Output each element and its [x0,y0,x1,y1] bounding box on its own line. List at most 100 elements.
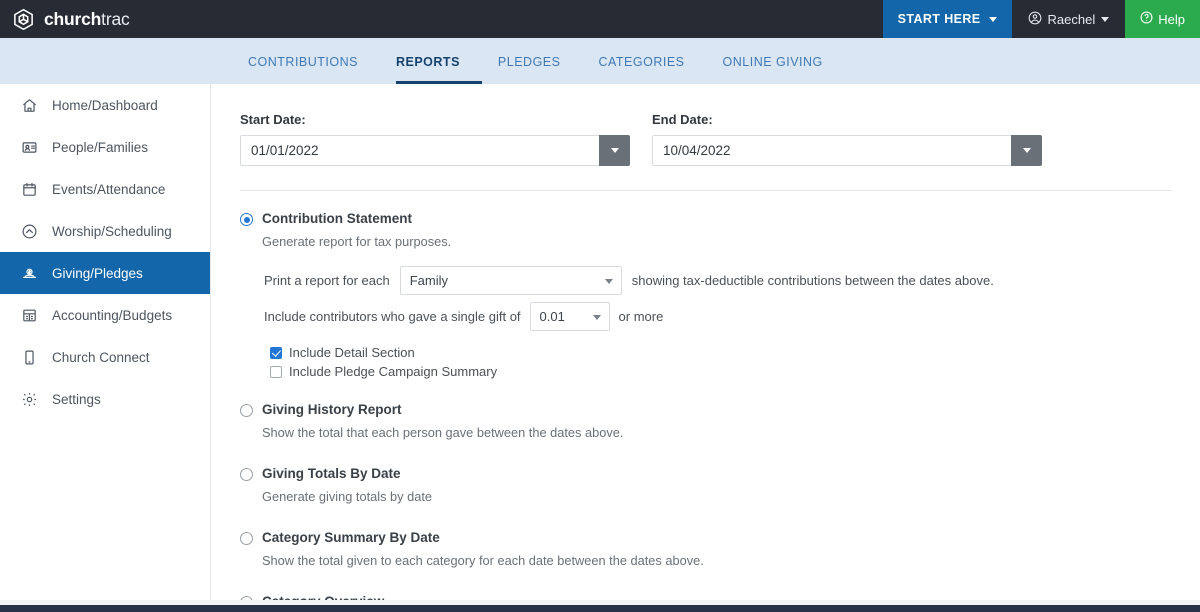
page-footer-bar [0,605,1200,612]
sidebar-item-accounting-budgets[interactable]: Accounting/Budgets [0,294,210,336]
user-name-label: Raechel [1048,12,1096,27]
radio-category-summary-by-date[interactable] [240,532,253,545]
report-option-title: Giving History Report [262,401,1200,419]
sidebar-item-giving-pledges[interactable]: Giving/Pledges [0,252,210,294]
start-here-button[interactable]: START HERE [883,0,1012,38]
date-range-row: Start Date: End Date: [240,112,1200,166]
report-option-title: Giving Totals By Date [262,465,1200,483]
report-group-select[interactable]: Family [400,266,622,295]
end-date-calendar-dropdown-button[interactable] [1011,135,1042,166]
top-header-bar: churchtrac START HERE Raechel Help [0,0,1200,38]
checkbox-row-include-pledge-campaign-summary[interactable]: Include Pledge Campaign Summary [270,364,1200,379]
sidebar-item-settings[interactable]: Settings [0,378,210,420]
sidebar-item-church-connect[interactable]: Church Connect [0,336,210,378]
end-date-label: End Date: [652,112,1042,127]
caret-down-icon [611,148,619,153]
checkbox-include-detail-section[interactable] [270,347,282,359]
mobile-phone-icon [20,348,39,367]
end-date-input[interactable] [652,135,1011,166]
sidebar-label: Giving/Pledges [52,266,143,281]
start-here-label: START HERE [898,12,981,26]
checkbox-include-pledge-campaign-summary[interactable] [270,366,282,378]
sidebar-label: Settings [52,392,101,407]
brand-title-bold: church [44,9,101,29]
calendar-icon [20,180,39,199]
report-option-title: Contribution Statement [262,210,1200,228]
help-button[interactable]: Help [1125,0,1200,38]
report-option-description: Generate report for tax purposes. [262,233,1200,250]
report-option-category-summary-by-date[interactable]: Category Summary By Date Show the total … [240,529,1200,569]
print-report-row: Print a report for each Family showing t… [264,266,1200,295]
sidebar-item-people-families[interactable]: People/Families [0,126,210,168]
report-option-giving-history-report[interactable]: Giving History Report Show the total tha… [240,401,1200,441]
money-hand-icon [20,264,39,283]
sidebar-label: Home/Dashboard [52,98,158,113]
report-group-selected-value: Family [410,273,448,288]
brand-title: churchtrac [44,9,130,30]
sidebar-item-events-attendance[interactable]: Events/Attendance [0,168,210,210]
report-option-title: Category Summary By Date [262,529,1200,547]
gift-threshold-selected-value: 0.01 [540,309,565,324]
checkbox-label: Include Pledge Campaign Summary [289,364,497,379]
nav-tabs: CONTRIBUTIONS REPORTS PLEDGES CATEGORIES… [248,38,861,84]
section-divider [240,190,1172,191]
report-option-description: Show the total that each person gave bet… [262,424,1200,441]
report-option-description: Show the total given to each category fo… [262,552,1200,569]
checkbox-label: Include Detail Section [289,345,415,360]
main-content: Start Date: End Date: [212,84,1200,612]
radio-contribution-statement[interactable] [240,213,253,226]
tab-reports[interactable]: REPORTS [396,38,482,84]
sidebar-label: People/Families [52,140,148,155]
radio-giving-history-report[interactable] [240,404,253,417]
user-circle-icon [1028,11,1042,28]
sidebar-label: Worship/Scheduling [52,224,172,239]
report-option-giving-totals-by-date[interactable]: Giving Totals By Date Generate giving to… [240,465,1200,505]
header-spacer [130,0,883,38]
gift-threshold-select[interactable]: 0.01 [530,302,610,331]
tab-contributions[interactable]: CONTRIBUTIONS [248,38,378,84]
sidebar-item-worship-scheduling[interactable]: Worship/Scheduling [0,210,210,252]
nav-tab-band: CONTRIBUTIONS REPORTS PLEDGES CATEGORIES… [0,38,1200,84]
sidebar: Home/Dashboard People/Families Events/At… [0,84,211,612]
sidebar-label: Church Connect [52,350,150,365]
caret-down-icon [1023,148,1031,153]
caret-down-icon [1101,17,1109,22]
gear-icon [20,390,39,409]
tab-pledges[interactable]: PLEDGES [498,38,581,84]
print-report-suffix-label: showing tax-deductible contributions bet… [632,273,994,288]
report-option-contribution-statement[interactable]: Contribution Statement Generate report f… [240,210,1200,250]
user-menu-button[interactable]: Raechel [1012,0,1126,38]
sidebar-label: Events/Attendance [52,182,165,197]
report-option-description: Generate giving totals by date [262,488,1200,505]
gift-threshold-prefix-label: Include contributors who gave a single g… [264,309,521,324]
tab-online-giving[interactable]: ONLINE GIVING [723,38,843,84]
start-date-input-wrap [240,135,630,166]
end-date-input-wrap [652,135,1042,166]
brand-logo-group[interactable]: churchtrac [0,0,130,38]
start-date-calendar-dropdown-button[interactable] [599,135,630,166]
sidebar-label: Accounting/Budgets [52,308,172,323]
start-date-label: Start Date: [240,112,630,127]
start-date-group: Start Date: [240,112,630,166]
hex-cube-logo-icon [12,8,35,31]
question-circle-icon [1140,11,1153,27]
tab-categories[interactable]: CATEGORIES [598,38,704,84]
gift-threshold-suffix-label: or more [619,309,664,324]
grid-squares-icon [20,306,39,325]
sidebar-item-home-dashboard[interactable]: Home/Dashboard [0,84,210,126]
start-date-input[interactable] [240,135,599,166]
home-icon [20,96,39,115]
contribution-statement-options: Print a report for each Family showing t… [240,266,1200,379]
id-card-icon [20,138,39,157]
caret-down-icon [989,17,997,22]
radio-giving-totals-by-date[interactable] [240,468,253,481]
help-label: Help [1158,12,1185,27]
checkbox-row-include-detail-section[interactable]: Include Detail Section [270,345,1200,360]
gift-threshold-row: Include contributors who gave a single g… [264,302,1200,331]
chevron-up-circle-icon [20,222,39,241]
end-date-group: End Date: [652,112,1042,166]
brand-title-light: trac [101,9,129,29]
report-form: Start Date: End Date: [212,84,1200,612]
statement-checkbox-group: Include Detail Section Include Pledge Ca… [264,345,1200,379]
print-report-prefix-label: Print a report for each [264,273,390,288]
